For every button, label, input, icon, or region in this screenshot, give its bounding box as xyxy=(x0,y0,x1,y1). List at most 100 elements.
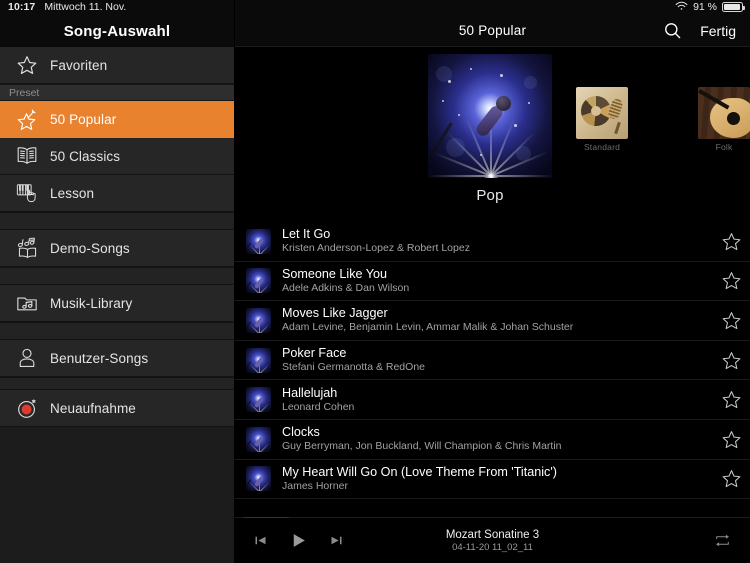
sidebar-item-50-classics[interactable]: 50 Classics xyxy=(0,138,234,175)
status-bar-left: 10:17 Mittwoch 11. Nov. xyxy=(0,1,126,13)
favorite-star-icon[interactable] xyxy=(712,270,750,291)
sidebar-item-demo-songs[interactable]: Demo-Songs xyxy=(0,230,234,267)
song-artist: Guy Berryman, Jon Buckland, Will Champio… xyxy=(282,440,712,453)
song-thumbnail xyxy=(246,387,271,412)
favorite-star-icon[interactable] xyxy=(712,429,750,450)
sidebar-item-label: Demo-Songs xyxy=(50,241,130,256)
carousel-item-pop[interactable]: Pop xyxy=(428,54,552,204)
song-thumbnail xyxy=(246,308,271,333)
sidebar-item-label: Lesson xyxy=(50,186,94,201)
favorite-star-icon[interactable] xyxy=(712,310,750,331)
sidebar-item-label: Benutzer-Songs xyxy=(50,351,148,366)
table-row[interactable]: Hallelujah Leonard Cohen xyxy=(235,380,750,420)
star-sparkle-icon xyxy=(9,105,45,133)
song-title: My Heart Will Go On (Love Theme From 'Ti… xyxy=(282,465,712,480)
search-icon[interactable] xyxy=(663,21,682,40)
player-bar: Mozart Sonatine 3 04-11-20 11_02_11 xyxy=(235,517,750,563)
sidebar-empty-area xyxy=(0,450,233,563)
song-artist: James Horner xyxy=(282,480,712,493)
favorite-star-icon[interactable] xyxy=(712,231,750,252)
sidebar-item-label: 50 Popular xyxy=(50,112,116,127)
sidebar-divider-4 xyxy=(0,377,234,390)
song-title: Clocks xyxy=(282,425,712,440)
star-outline-icon xyxy=(9,51,45,79)
table-row[interactable]: Poker Face Stefani Germanotta & RedOne xyxy=(235,341,750,381)
sidebar-item-benutzer-songs[interactable]: Benutzer-Songs xyxy=(0,340,234,377)
skip-forward-icon[interactable] xyxy=(329,533,344,548)
user-icon xyxy=(9,344,45,372)
table-row[interactable]: Someone Like You Adele Adkins & Dan Wils… xyxy=(235,262,750,302)
status-bar-right: 91 % xyxy=(675,1,750,14)
song-thumbnail xyxy=(246,348,271,373)
sidebar-title: Song-Auswahl xyxy=(64,23,171,40)
header-actions: Fertig xyxy=(663,21,750,40)
status-date: Mittwoch 11. Nov. xyxy=(44,1,126,13)
table-row[interactable]: Clocks Guy Berryman, Jon Buckland, Will … xyxy=(235,420,750,460)
song-title: Let It Go xyxy=(282,227,712,242)
song-text: Clocks Guy Berryman, Jon Buckland, Will … xyxy=(282,425,712,453)
song-title: Poker Face xyxy=(282,346,712,361)
song-artist: Stefani Germanotta & RedOne xyxy=(282,361,712,374)
song-text: My Heart Will Go On (Love Theme From 'Ti… xyxy=(282,465,712,493)
status-bar: 10:17 Mittwoch 11. Nov. 91 % xyxy=(0,0,750,14)
favorite-star-icon[interactable] xyxy=(712,350,750,371)
carousel-item-caption: Pop xyxy=(428,187,552,204)
song-thumbnail xyxy=(246,427,271,452)
sidebar-item-label: 50 Classics xyxy=(50,149,120,164)
sidebar-item-lesson[interactable]: Lesson xyxy=(0,175,234,212)
carousel-item-standard[interactable]: Standard xyxy=(576,87,628,152)
app-root: Song-Auswahl Favoriten Preset xyxy=(0,0,750,563)
play-icon[interactable] xyxy=(289,531,308,550)
carousel-item-folk[interactable]: Folk xyxy=(698,87,750,152)
skip-back-icon[interactable] xyxy=(253,533,268,548)
song-text: Poker Face Stefani Germanotta & RedOne xyxy=(282,346,712,374)
sidebar-item-label: Musik-Library xyxy=(50,296,132,311)
favorite-star-icon[interactable] xyxy=(712,468,750,489)
song-title: Someone Like You xyxy=(282,267,712,282)
battery-percent: 91 % xyxy=(693,1,717,13)
table-row[interactable]: Moves Like Jagger Adam Levine, Benjamin … xyxy=(235,301,750,341)
sidebar-section-preset: Preset xyxy=(0,84,234,101)
sidebar-item-label: Neuaufnahme xyxy=(50,401,136,416)
sidebar-item-50-popular[interactable]: 50 Popular xyxy=(0,101,234,138)
sidebar-divider-1 xyxy=(0,212,234,230)
sidebar-item-musik-library[interactable]: Musik-Library xyxy=(0,285,234,322)
sidebar-list: Favoriten Preset 50 Popular xyxy=(0,47,234,427)
sidebar-divider-2 xyxy=(0,267,234,285)
pop-microphone-art xyxy=(428,54,552,178)
genre-carousel[interactable]: Pop Standard Folk xyxy=(235,47,750,222)
song-text: Moves Like Jagger Adam Levine, Benjamin … xyxy=(282,306,712,334)
favorite-star-icon[interactable] xyxy=(712,389,750,410)
song-list[interactable]: Let It Go Kristen Anderson-Lopez & Rober… xyxy=(235,222,750,517)
music-folder-icon xyxy=(9,289,45,317)
sidebar: Song-Auswahl Favoriten Preset xyxy=(0,0,235,563)
song-artist: Leonard Cohen xyxy=(282,401,712,414)
song-text: Hallelujah Leonard Cohen xyxy=(282,386,712,414)
piano-hand-icon xyxy=(9,179,45,207)
done-button[interactable]: Fertig xyxy=(700,23,736,39)
transport-controls xyxy=(235,531,344,550)
table-row[interactable]: Let It Go Kristen Anderson-Lopez & Rober… xyxy=(235,222,750,262)
song-artist: Adele Adkins & Dan Wilson xyxy=(282,282,712,295)
song-artist: Kristen Anderson-Lopez & Robert Lopez xyxy=(282,242,712,255)
record-icon xyxy=(9,394,45,422)
sidebar-section-label: Preset xyxy=(9,87,39,99)
sidebar-item-favoriten[interactable]: Favoriten xyxy=(0,47,234,84)
song-thumbnail xyxy=(246,229,271,254)
main-panel: 50 Popular Fertig xyxy=(235,0,750,563)
song-text: Someone Like You Adele Adkins & Dan Wils… xyxy=(282,267,712,295)
carousel-item-caption: Folk xyxy=(698,142,750,152)
standard-record-art xyxy=(576,87,628,139)
song-thumbnail xyxy=(246,466,271,491)
repeat-icon[interactable] xyxy=(713,532,750,549)
folk-guitar-art xyxy=(698,87,750,139)
sidebar-item-label: Favoriten xyxy=(50,58,107,73)
table-row[interactable]: My Heart Will Go On (Love Theme From 'Ti… xyxy=(235,460,750,500)
song-text: Let It Go Kristen Anderson-Lopez & Rober… xyxy=(282,227,712,255)
progress-indicator xyxy=(243,517,289,518)
music-notes-book-icon xyxy=(9,234,45,262)
song-thumbnail xyxy=(246,268,271,293)
wifi-icon xyxy=(675,1,688,14)
sidebar-item-neuaufnahme[interactable]: Neuaufnahme xyxy=(0,390,234,427)
sidebar-divider-3 xyxy=(0,322,234,340)
